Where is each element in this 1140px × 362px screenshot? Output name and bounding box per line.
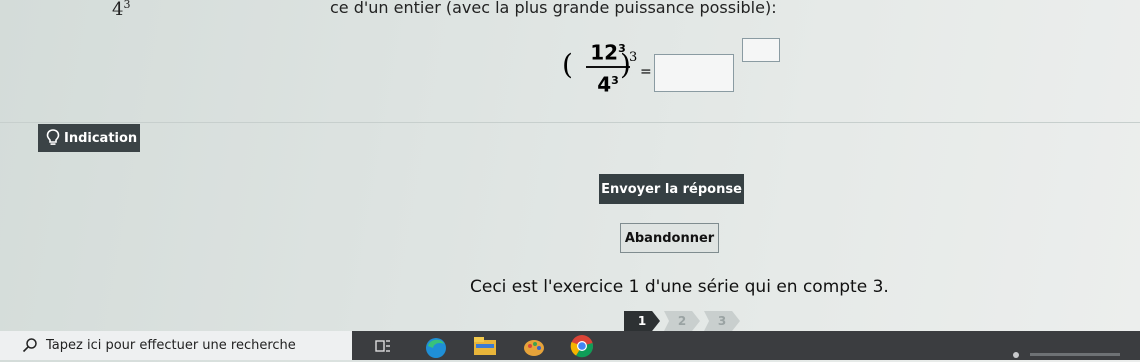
numerator-base: 12 (590, 40, 619, 65)
file-explorer-icon[interactable] (472, 335, 498, 357)
exercise-info: Ceci est l'exercice 1 d'une série qui en… (470, 277, 889, 297)
task-view-icon[interactable] (372, 335, 394, 357)
power-fragment-base: 4 (112, 0, 124, 20)
step-3[interactable]: 3 (704, 311, 740, 331)
taskbar-search-box[interactable]: Tapez ici pour effectuer une recherche (0, 331, 352, 360)
system-tray (1010, 343, 1130, 358)
edge-icon[interactable] (423, 335, 449, 358)
paint-icon[interactable] (521, 335, 547, 357)
denominator-exp: 3 (611, 73, 619, 87)
open-paren: ( (562, 48, 573, 81)
denominator-base: 4 (597, 72, 612, 97)
question-instruction: ce d'un entier (avec la plus grande puis… (330, 0, 777, 17)
lightbulb-icon (46, 129, 60, 147)
hint-button[interactable]: Indication (38, 124, 140, 152)
power-fragment: 43 (112, 0, 130, 20)
taskbar: Tapez ici pour effectuer une recherche (0, 331, 1140, 360)
abandon-button[interactable]: Abandonner (620, 223, 719, 253)
answer-exponent-input[interactable] (742, 38, 780, 62)
hint-label: Indication (64, 130, 138, 146)
power-fragment-exp: 3 (123, 0, 131, 11)
outer-exponent: 3 (629, 50, 638, 65)
step-2[interactable]: 2 (664, 311, 700, 331)
chrome-icon[interactable] (569, 335, 595, 358)
equals-sign: = (640, 64, 652, 80)
submit-answer-button[interactable]: Envoyer la réponse (599, 174, 744, 204)
section-divider (0, 122, 1140, 123)
step-1[interactable]: 1 (624, 311, 660, 331)
search-placeholder: Tapez ici pour effectuer une recherche (46, 338, 296, 353)
answer-base-input[interactable] (654, 54, 734, 92)
search-icon (22, 337, 38, 353)
